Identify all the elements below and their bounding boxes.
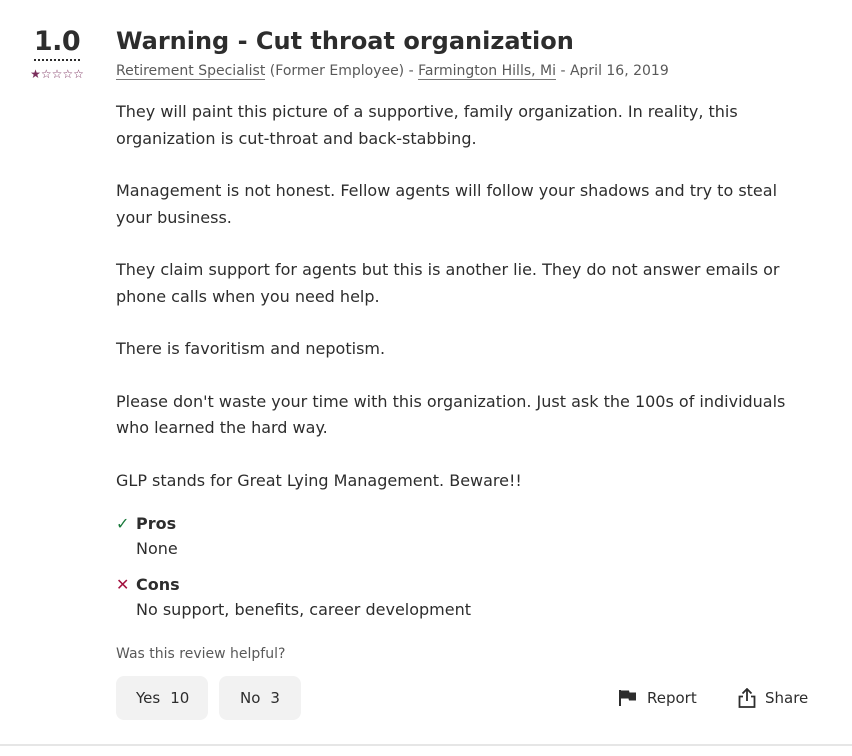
report-button[interactable]: Report — [618, 676, 697, 720]
cons-label: Cons — [136, 575, 180, 594]
star-rating: ★☆☆☆☆ — [22, 67, 92, 81]
share-button[interactable]: Share — [738, 676, 808, 720]
helpful-question: Was this review helpful? — [116, 646, 286, 662]
review-actions: Yes 10 No 3 Report Share — [116, 676, 816, 720]
pros-text: None — [136, 539, 178, 558]
review-card: 1.0 ★☆☆☆☆ Warning - Cut throat organizat… — [0, 0, 852, 756]
helpful-yes-button[interactable]: Yes 10 — [116, 676, 208, 720]
no-count: 3 — [270, 689, 280, 707]
report-label: Report — [647, 689, 697, 707]
share-icon — [738, 688, 756, 708]
yes-label: Yes — [136, 689, 161, 707]
cons-section: ✕ Cons No support, benefits, career deve… — [116, 573, 816, 623]
star-icon-empty: ☆ — [51, 67, 63, 81]
location-link[interactable]: Farmington Hills, Mi — [418, 63, 556, 80]
review-paragraph: Management is not honest. Fellow agents … — [116, 181, 778, 227]
x-icon: ✕ — [116, 575, 130, 594]
flag-icon — [619, 690, 636, 706]
job-title-link[interactable]: Retirement Specialist — [116, 63, 266, 80]
review-main: Warning - Cut throat organization Retire… — [116, 26, 816, 720]
meta-separator: - — [556, 63, 570, 79]
star-icon-empty: ☆ — [40, 67, 52, 81]
cons-text: No support, benefits, career development — [136, 600, 472, 619]
rating-column: 1.0 ★☆☆☆☆ — [22, 26, 92, 81]
star-icon-filled: ★ — [30, 67, 41, 81]
helpful-no-button[interactable]: No 3 — [219, 676, 301, 720]
review-paragraph: GLP stands for Great Lying Management. B… — [116, 470, 522, 490]
star-icon-empty: ☆ — [62, 67, 74, 81]
pros-label: Pros — [136, 514, 177, 533]
review-date: April 16, 2019 — [569, 63, 669, 79]
no-label: No — [240, 689, 261, 707]
review-paragraph: They claim support for agents but this i… — [116, 260, 780, 306]
review-meta: Retirement Specialist (Former Employee) … — [116, 61, 816, 81]
employee-status: (Former Employee) — [269, 63, 405, 79]
divider — [0, 744, 852, 746]
star-icon-empty: ☆ — [73, 67, 84, 81]
review-paragraph: There is favoritism and nepotism. — [116, 339, 386, 358]
pros-section: ✓ Pros None — [116, 512, 816, 562]
review-body: They will paint this picture of a suppor… — [116, 99, 816, 494]
check-icon: ✓ — [116, 514, 130, 533]
meta-separator: - — [404, 63, 419, 79]
review-paragraph: They will paint this picture of a suppor… — [116, 102, 738, 148]
review-paragraph: Please don't waste your time with this o… — [116, 391, 786, 438]
yes-count: 10 — [170, 689, 190, 707]
rating-score[interactable]: 1.0 — [33, 26, 81, 61]
share-label: Share — [765, 689, 809, 707]
review-title: Warning - Cut throat organization — [116, 27, 574, 55]
